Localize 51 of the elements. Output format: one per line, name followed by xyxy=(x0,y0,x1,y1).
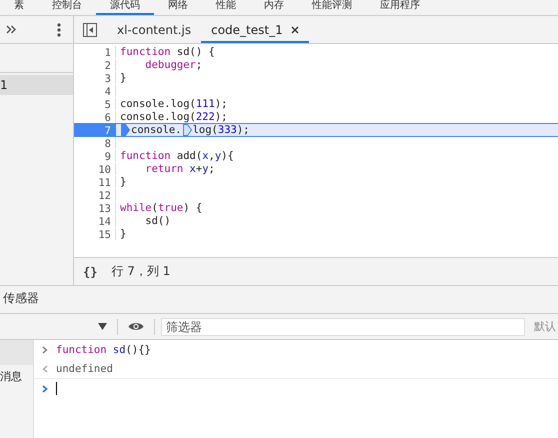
code-line: } xyxy=(119,72,126,84)
console-result-text: undefined xyxy=(56,362,113,374)
line-number[interactable]: 11 xyxy=(74,176,116,188)
code-line: console. log(333); xyxy=(116,124,250,136)
sidebar-item[interactable]: 消息 xyxy=(0,365,33,384)
dropdown-arrow-icon[interactable] xyxy=(98,323,107,330)
code-line: function sd() { xyxy=(119,46,215,58)
console-input-text: function sd(){} xyxy=(56,344,151,356)
code-line: } xyxy=(119,176,126,188)
panel-tab[interactable]: 素 xyxy=(0,0,38,15)
step-marker-icon[interactable] xyxy=(121,124,130,136)
code-line: sd() xyxy=(144,215,171,227)
close-icon[interactable] xyxy=(290,26,299,34)
line-number[interactable]: 12 xyxy=(74,189,116,201)
line-number[interactable]: 13 xyxy=(74,202,116,214)
line-number[interactable]: 9 xyxy=(74,150,116,162)
line-number[interactable]: 15 xyxy=(74,228,116,240)
line-number[interactable]: 14 xyxy=(74,215,116,227)
chevron-icon xyxy=(42,346,48,354)
code-line: function add(x,y){ xyxy=(119,150,234,162)
line-number[interactable]: 5 xyxy=(74,98,116,110)
code-line: console.log(222); xyxy=(119,111,228,123)
eye-icon[interactable] xyxy=(128,321,144,332)
sidebar-toggle-icon[interactable] xyxy=(83,22,97,36)
panel-tab[interactable]: 网络 xyxy=(154,0,202,15)
line-number[interactable]: 7 xyxy=(74,124,116,136)
file-tab[interactable]: xl-content.js xyxy=(107,18,202,43)
panel-tab[interactable]: 性能 xyxy=(202,0,250,15)
line-number[interactable]: 8 xyxy=(74,137,116,149)
panel-tab[interactable]: 性能评测 xyxy=(298,0,366,15)
menu-icon[interactable] xyxy=(57,22,61,36)
pretty-print-button[interactable]: {} xyxy=(83,264,98,278)
line-number[interactable]: 4 xyxy=(74,85,116,97)
line-number[interactable]: 1 xyxy=(74,46,116,58)
code-line: } xyxy=(119,228,126,240)
prompt-icon xyxy=(42,384,48,392)
filter-field[interactable]: 筛选器 xyxy=(161,318,525,336)
code-line: debugger; xyxy=(144,59,202,71)
code-line: console.log(111); xyxy=(119,98,228,110)
line-number[interactable]: 3 xyxy=(74,72,116,84)
code-line: while(true) { xyxy=(119,202,202,214)
drawer-tab[interactable]: 传感器 xyxy=(0,286,42,313)
code-line: return x+y; xyxy=(144,163,215,175)
panel-tab[interactable]: 内存 xyxy=(250,0,298,15)
line-number[interactable]: 10 xyxy=(74,163,116,175)
panel-tab[interactable]: 控制台 xyxy=(38,0,96,15)
file-tree-item[interactable]: 1 xyxy=(0,75,73,95)
cursor-position: 行 7，列 1 xyxy=(111,263,170,280)
step-marker-icon[interactable] xyxy=(182,124,192,136)
line-number[interactable]: 2 xyxy=(74,59,116,71)
more-panels-icon[interactable] xyxy=(6,25,16,34)
